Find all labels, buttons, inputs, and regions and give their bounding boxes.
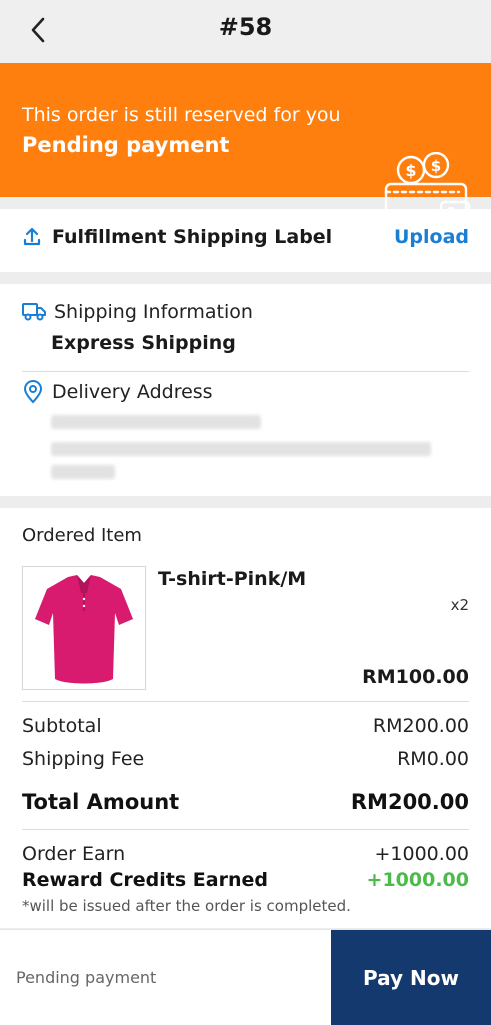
shipping-method: Express Shipping	[51, 332, 236, 354]
total-label: Total Amount	[22, 790, 180, 814]
order-earn-value: +1000.00	[374, 843, 470, 865]
subtotal-value: RM200.00	[372, 715, 469, 737]
page-title: #58	[218, 13, 273, 41]
ordered-item-heading: Ordered Item	[22, 525, 142, 546]
shipping-fee-value: RM0.00	[397, 748, 469, 770]
reward-credits-row: Reward Credits Earned +1000.00	[22, 869, 469, 891]
subtotal-row: Subtotal RM200.00	[22, 715, 469, 737]
divider	[22, 701, 469, 702]
shipping-info-card: Shipping Information Express Shipping De…	[0, 284, 491, 496]
delivery-address-row: Delivery Address	[22, 380, 213, 404]
reward-credits-value: +1000.00	[366, 869, 469, 891]
pay-now-button[interactable]: Pay Now	[331, 930, 491, 1025]
top-bar: #58	[0, 0, 491, 63]
shipping-label-text: Fulfillment Shipping Label	[52, 226, 333, 248]
redacted-address-line	[51, 442, 431, 456]
shipping-fee-row: Shipping Fee RM0.00	[22, 748, 469, 770]
svg-text:$: $	[431, 157, 441, 175]
product-thumbnail[interactable]	[22, 566, 146, 690]
shipping-info-label: Shipping Information	[54, 301, 253, 323]
order-earn-row: Order Earn +1000.00	[22, 843, 469, 865]
reward-credits-label: Reward Credits Earned	[22, 869, 268, 891]
divider	[22, 829, 469, 830]
bottom-action-bar: Pending payment Pay Now	[0, 929, 491, 1025]
shipping-label-row[interactable]: Fulfillment Shipping Label	[22, 226, 332, 248]
total-row: Total Amount RM200.00	[22, 790, 469, 814]
total-value: RM200.00	[350, 790, 469, 814]
product-name: T-shirt-Pink/M	[158, 568, 307, 590]
redacted-address-line	[51, 465, 115, 479]
subtotal-label: Subtotal	[22, 715, 102, 737]
redacted-recipient	[51, 415, 261, 429]
upload-button[interactable]: Upload	[394, 226, 469, 248]
banner-status: Pending payment	[22, 133, 230, 157]
svg-text:$: $	[405, 161, 416, 180]
shipping-label-card: Fulfillment Shipping Label Upload	[0, 209, 491, 272]
location-pin-icon	[23, 380, 43, 404]
product-quantity: x2	[450, 596, 469, 614]
pink-tshirt-image	[35, 575, 133, 684]
shipping-info-row: Shipping Information	[22, 301, 253, 323]
shipping-fee-label: Shipping Fee	[22, 748, 145, 770]
delivery-address-label: Delivery Address	[52, 381, 213, 403]
order-earn-label: Order Earn	[22, 843, 126, 865]
reward-note: *will be issued after the order is compl…	[22, 897, 351, 915]
banner-subtitle: This order is still reserved for you	[22, 104, 341, 126]
upload-icon	[23, 227, 41, 246]
footer-status: Pending payment	[16, 968, 157, 987]
product-price: RM100.00	[362, 666, 469, 688]
divider	[22, 371, 469, 372]
order-status-banner: This order is still reserved for you Pen…	[0, 63, 491, 236]
truck-icon	[22, 303, 46, 321]
order-summary-card: Ordered Item T-shirt-Pink/M x2 RM100.00 …	[0, 508, 491, 928]
